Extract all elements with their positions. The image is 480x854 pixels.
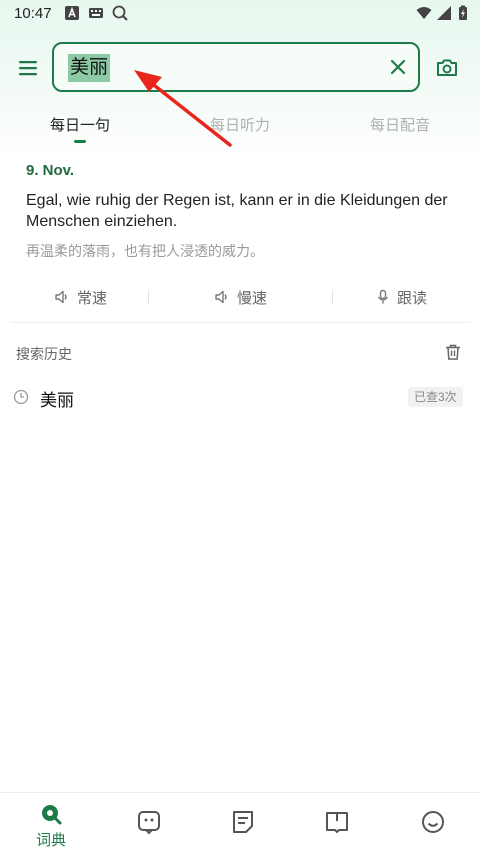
close-icon[interactable] (388, 57, 408, 77)
bottom-navigation: 词典 (0, 792, 480, 854)
nav-dictionary-label: 词典 (36, 832, 67, 849)
camera-icon[interactable] (436, 57, 458, 79)
read-along-label: 跟读 (397, 289, 428, 307)
daily-sentence-text: Egal, wie ruhig der Regen ist, kann er i… (26, 192, 448, 230)
chat-icon[interactable] (136, 809, 162, 835)
clock-icon (13, 389, 29, 405)
slow-speed-label: 慢速 (237, 289, 268, 307)
status-bar: 10:47 (0, 0, 480, 28)
dictionary-search-icon (112, 5, 128, 21)
speaker-icon (215, 290, 227, 304)
keyboard-icon (89, 8, 103, 18)
lookup-count-badge: 已查3次 (408, 387, 463, 407)
normal-speed-label: 常速 (77, 289, 108, 307)
section-divider (10, 322, 470, 323)
tab-daily-dubbing[interactable]: 每日配音 (370, 114, 430, 135)
notes-icon[interactable] (230, 809, 256, 835)
search-history-title: 搜索历史 (16, 346, 72, 362)
daily-sentence-translation: 再温柔的落雨，也有把人浸透的威力。 (26, 243, 264, 259)
menu-icon[interactable] (18, 58, 38, 78)
trash-icon[interactable] (444, 343, 462, 361)
divider (148, 290, 149, 304)
dictionary-icon (42, 805, 62, 825)
smiley-icon[interactable] (420, 809, 446, 835)
normal-speed-button[interactable]: 常速 (54, 286, 107, 308)
microphone-icon (377, 289, 389, 304)
search-input[interactable]: 美丽 (52, 42, 420, 92)
status-time: 10:47 (14, 5, 52, 22)
divider (332, 290, 333, 304)
read-along-button[interactable]: 跟读 (376, 286, 427, 308)
history-item-word: 美丽 (40, 391, 74, 410)
tab-daily-listening[interactable]: 每日听力 (210, 114, 270, 135)
search-input-value[interactable]: 美丽 (68, 54, 111, 82)
app-notification-icon (65, 6, 79, 20)
battery-icon (459, 5, 467, 20)
signal-icon (437, 6, 451, 20)
tab-daily-sentence[interactable]: 每日一句 (50, 114, 110, 135)
sentence-date: 9. Nov. (26, 162, 75, 179)
active-tab-indicator (74, 140, 86, 143)
history-item[interactable]: 美丽 已查3次 (0, 380, 480, 414)
book-icon[interactable] (324, 809, 350, 835)
wifi-icon (416, 7, 432, 19)
speaker-icon (55, 290, 67, 304)
slow-speed-button[interactable]: 慢速 (214, 286, 267, 308)
